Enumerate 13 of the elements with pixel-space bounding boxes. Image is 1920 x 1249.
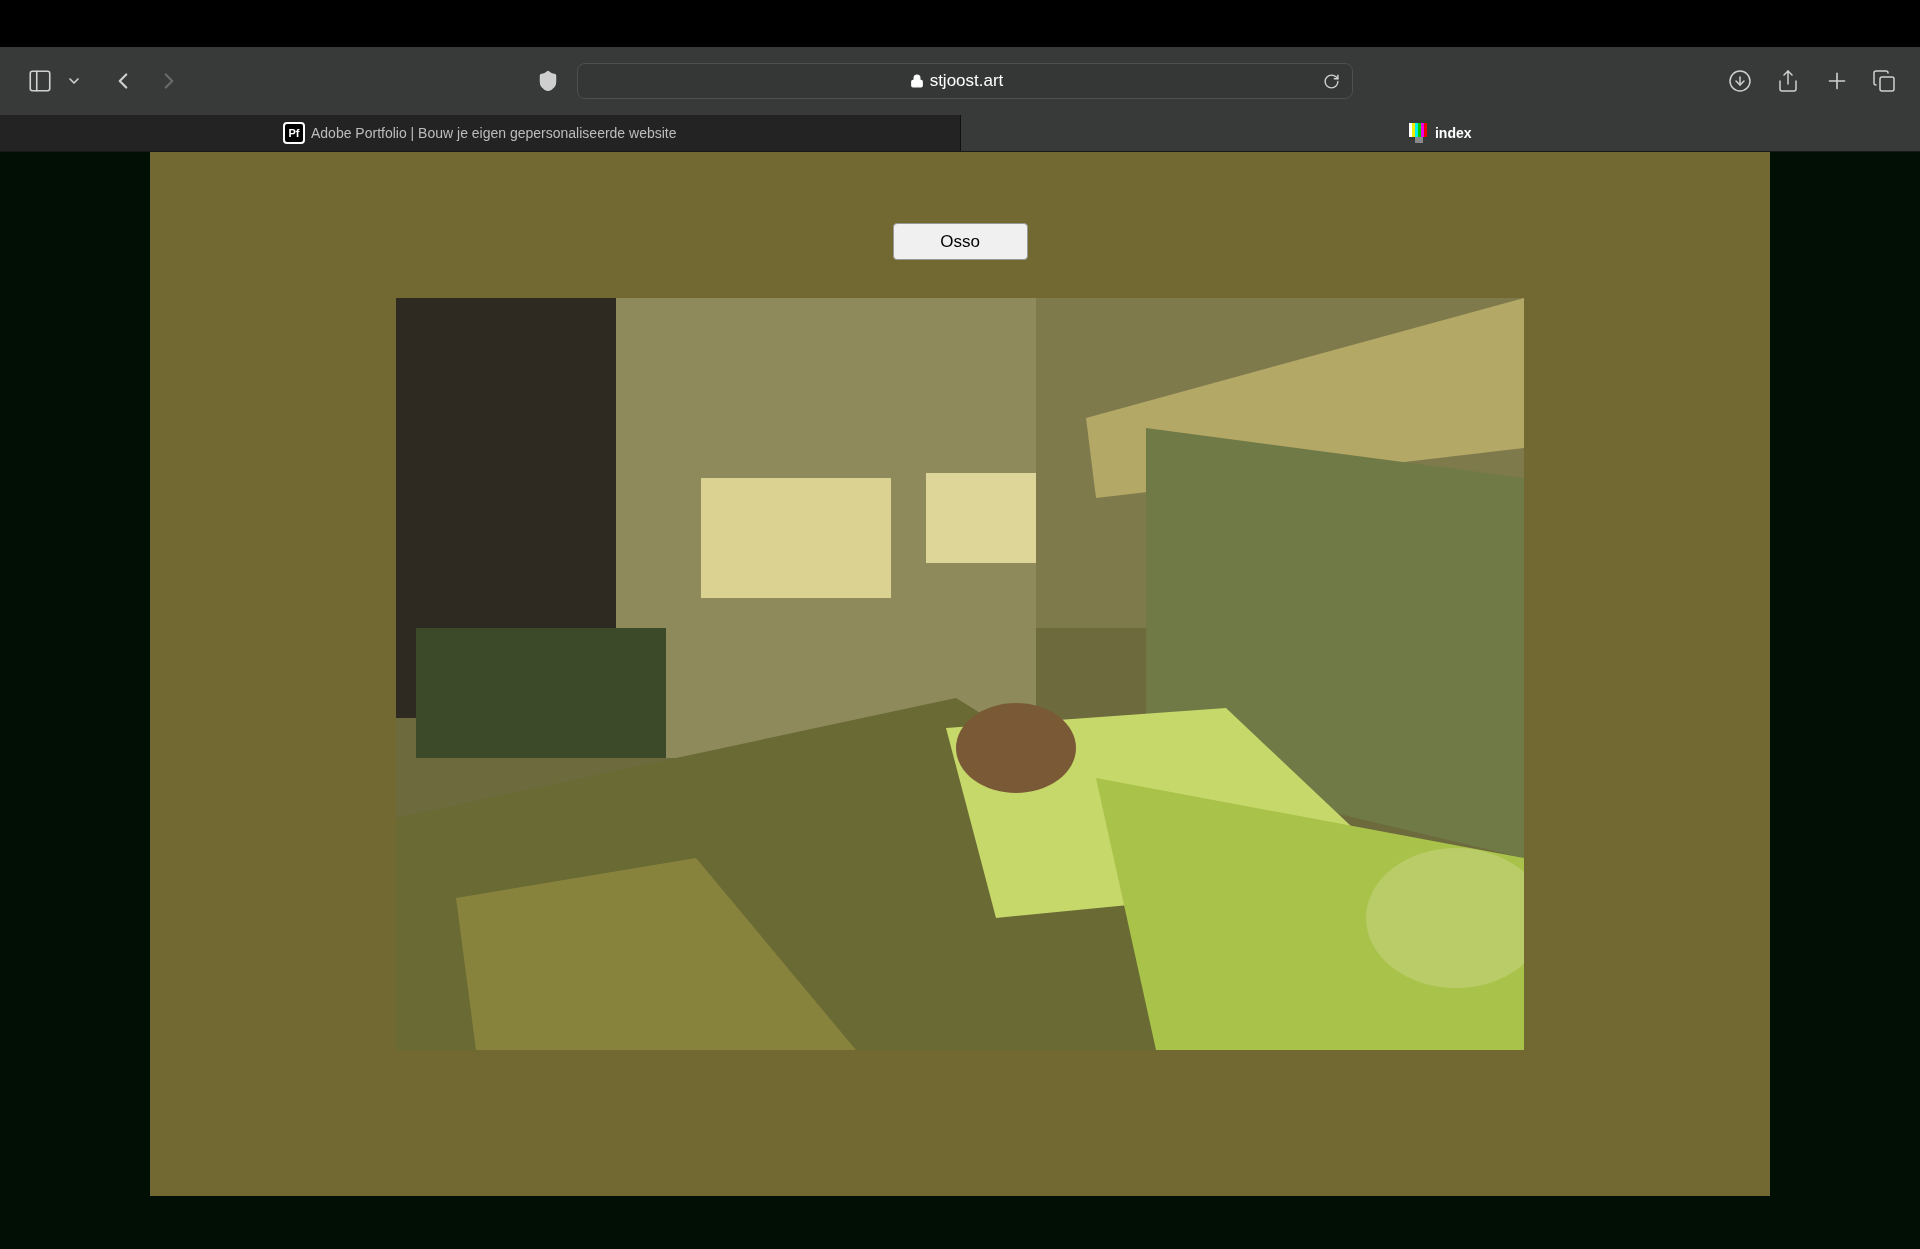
lock-icon xyxy=(909,74,924,88)
tab-overview-icon[interactable] xyxy=(1872,69,1896,93)
browser-tab[interactable]: Pf Adobe Portfolio | Bouw je eigen gepersonaliseerde website xyxy=(0,115,961,151)
browser-tab[interactable]: index xyxy=(960,115,1920,151)
title-button[interactable]: Osso xyxy=(892,223,1028,260)
address-text: stjoost.art xyxy=(929,70,1004,93)
share-icon[interactable] xyxy=(1776,69,1800,93)
color-bars-icon xyxy=(1408,123,1429,143)
reload-icon[interactable] xyxy=(1323,72,1340,90)
address-bar[interactable]: stjoost.art xyxy=(577,63,1353,99)
download-icon[interactable] xyxy=(1728,69,1752,93)
tab-favicon: Pf xyxy=(282,122,305,144)
shield-icon[interactable] xyxy=(537,70,559,92)
